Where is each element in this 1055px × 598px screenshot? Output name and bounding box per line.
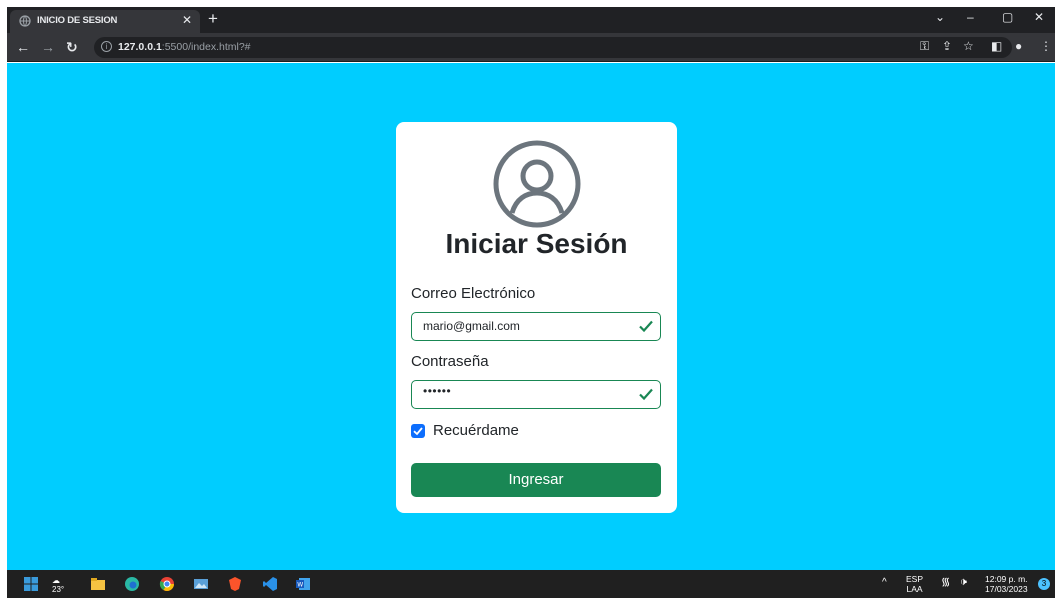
- language-indicator[interactable]: ESP LAA: [906, 574, 923, 594]
- tray-overflow-icon[interactable]: ^: [882, 578, 887, 588]
- share-icon[interactable]: ⇪: [942, 39, 952, 53]
- menu-kebab-icon[interactable]: ⋮: [1040, 39, 1052, 53]
- browser-tab-strip: INICIO DE SESION ✕ + ⌄ – ▢ ✕: [7, 7, 1055, 33]
- photos-icon[interactable]: [193, 576, 209, 592]
- login-card: Iniciar Sesión Correo Electrónico mario@…: [396, 122, 677, 513]
- tab-search-icon[interactable]: ⌄: [935, 10, 945, 24]
- minimize-icon[interactable]: –: [967, 10, 974, 24]
- notification-badge[interactable]: 3: [1038, 578, 1050, 590]
- brave-icon[interactable]: [227, 576, 243, 592]
- remember-label: Recuérdame: [433, 422, 519, 439]
- url-text[interactable]: 127.0.0.1:5500/index.html?#: [118, 41, 251, 53]
- password-field[interactable]: ••••••: [411, 380, 661, 409]
- language-code: ESP: [906, 574, 924, 584]
- password-value: ••••••: [423, 384, 452, 398]
- address-bar: ← → ↻ i 127.0.0.1:5500/index.html?# ⚿ ⇪ …: [7, 33, 1055, 62]
- volume-icon[interactable]: 🕩: [960, 577, 967, 588]
- profile-icon[interactable]: ●: [1015, 39, 1022, 53]
- window-close-icon[interactable]: ✕: [1034, 10, 1044, 24]
- password-key-icon[interactable]: ⚿: [920, 39, 929, 54]
- chrome-icon[interactable]: [159, 576, 175, 592]
- valid-check-icon: [639, 388, 653, 401]
- word-icon[interactable]: W: [295, 576, 311, 592]
- browser-tab[interactable]: INICIO DE SESION ✕: [10, 10, 200, 33]
- login-heading: Iniciar Sesión: [445, 228, 628, 259]
- windows-start-icon[interactable]: [23, 576, 39, 592]
- svg-text:W: W: [297, 582, 303, 589]
- new-tab-icon[interactable]: +: [208, 9, 218, 29]
- vscode-icon[interactable]: [262, 576, 278, 592]
- omnibox[interactable]: i 127.0.0.1:5500/index.html?#: [94, 37, 1012, 58]
- clock-date: 17/03/2023: [985, 584, 1028, 594]
- restore-icon[interactable]: ▢: [1002, 10, 1013, 24]
- email-label: Correo Electrónico: [411, 285, 536, 302]
- tab-close-icon[interactable]: ✕: [182, 13, 192, 27]
- reload-icon[interactable]: ↻: [66, 39, 78, 56]
- taskbar: ☁23° W ^ ESP LAA ᯾ 🕩 12:09 p. m. 17/03/202…: [7, 570, 1055, 598]
- password-label: Contraseña: [411, 353, 489, 370]
- site-info-icon[interactable]: i: [101, 41, 112, 52]
- weather-icon[interactable]: ☁23°: [52, 576, 68, 594]
- forward-icon[interactable]: →: [41, 39, 55, 55]
- weather-temp: 23°: [52, 585, 65, 594]
- submit-button[interactable]: Ingresar: [411, 463, 661, 497]
- page-viewport: Iniciar Sesión Correo Electrónico mario@…: [7, 63, 1055, 570]
- user-avatar-icon: [493, 140, 581, 228]
- file-explorer-icon[interactable]: [90, 576, 106, 592]
- language-layout: LAA: [906, 584, 923, 594]
- clock-time: 12:09 p. m.: [985, 574, 1028, 584]
- side-panel-icon[interactable]: ◧: [991, 39, 1002, 53]
- email-value: mario@gmail.com: [423, 319, 520, 333]
- clock[interactable]: 12:09 p. m. 17/03/2023: [985, 574, 1028, 594]
- checkmark-icon: [413, 427, 423, 436]
- edge-icon[interactable]: [124, 576, 140, 592]
- globe-icon: [19, 15, 31, 27]
- valid-check-icon: [639, 320, 653, 333]
- back-icon[interactable]: ←: [16, 39, 30, 55]
- bookmark-star-icon[interactable]: ☆: [963, 39, 974, 53]
- wifi-icon[interactable]: ᯾: [941, 577, 950, 588]
- tab-title: INICIO DE SESION: [37, 15, 118, 26]
- remember-checkbox[interactable]: [411, 424, 425, 438]
- email-field[interactable]: mario@gmail.com: [411, 312, 661, 341]
